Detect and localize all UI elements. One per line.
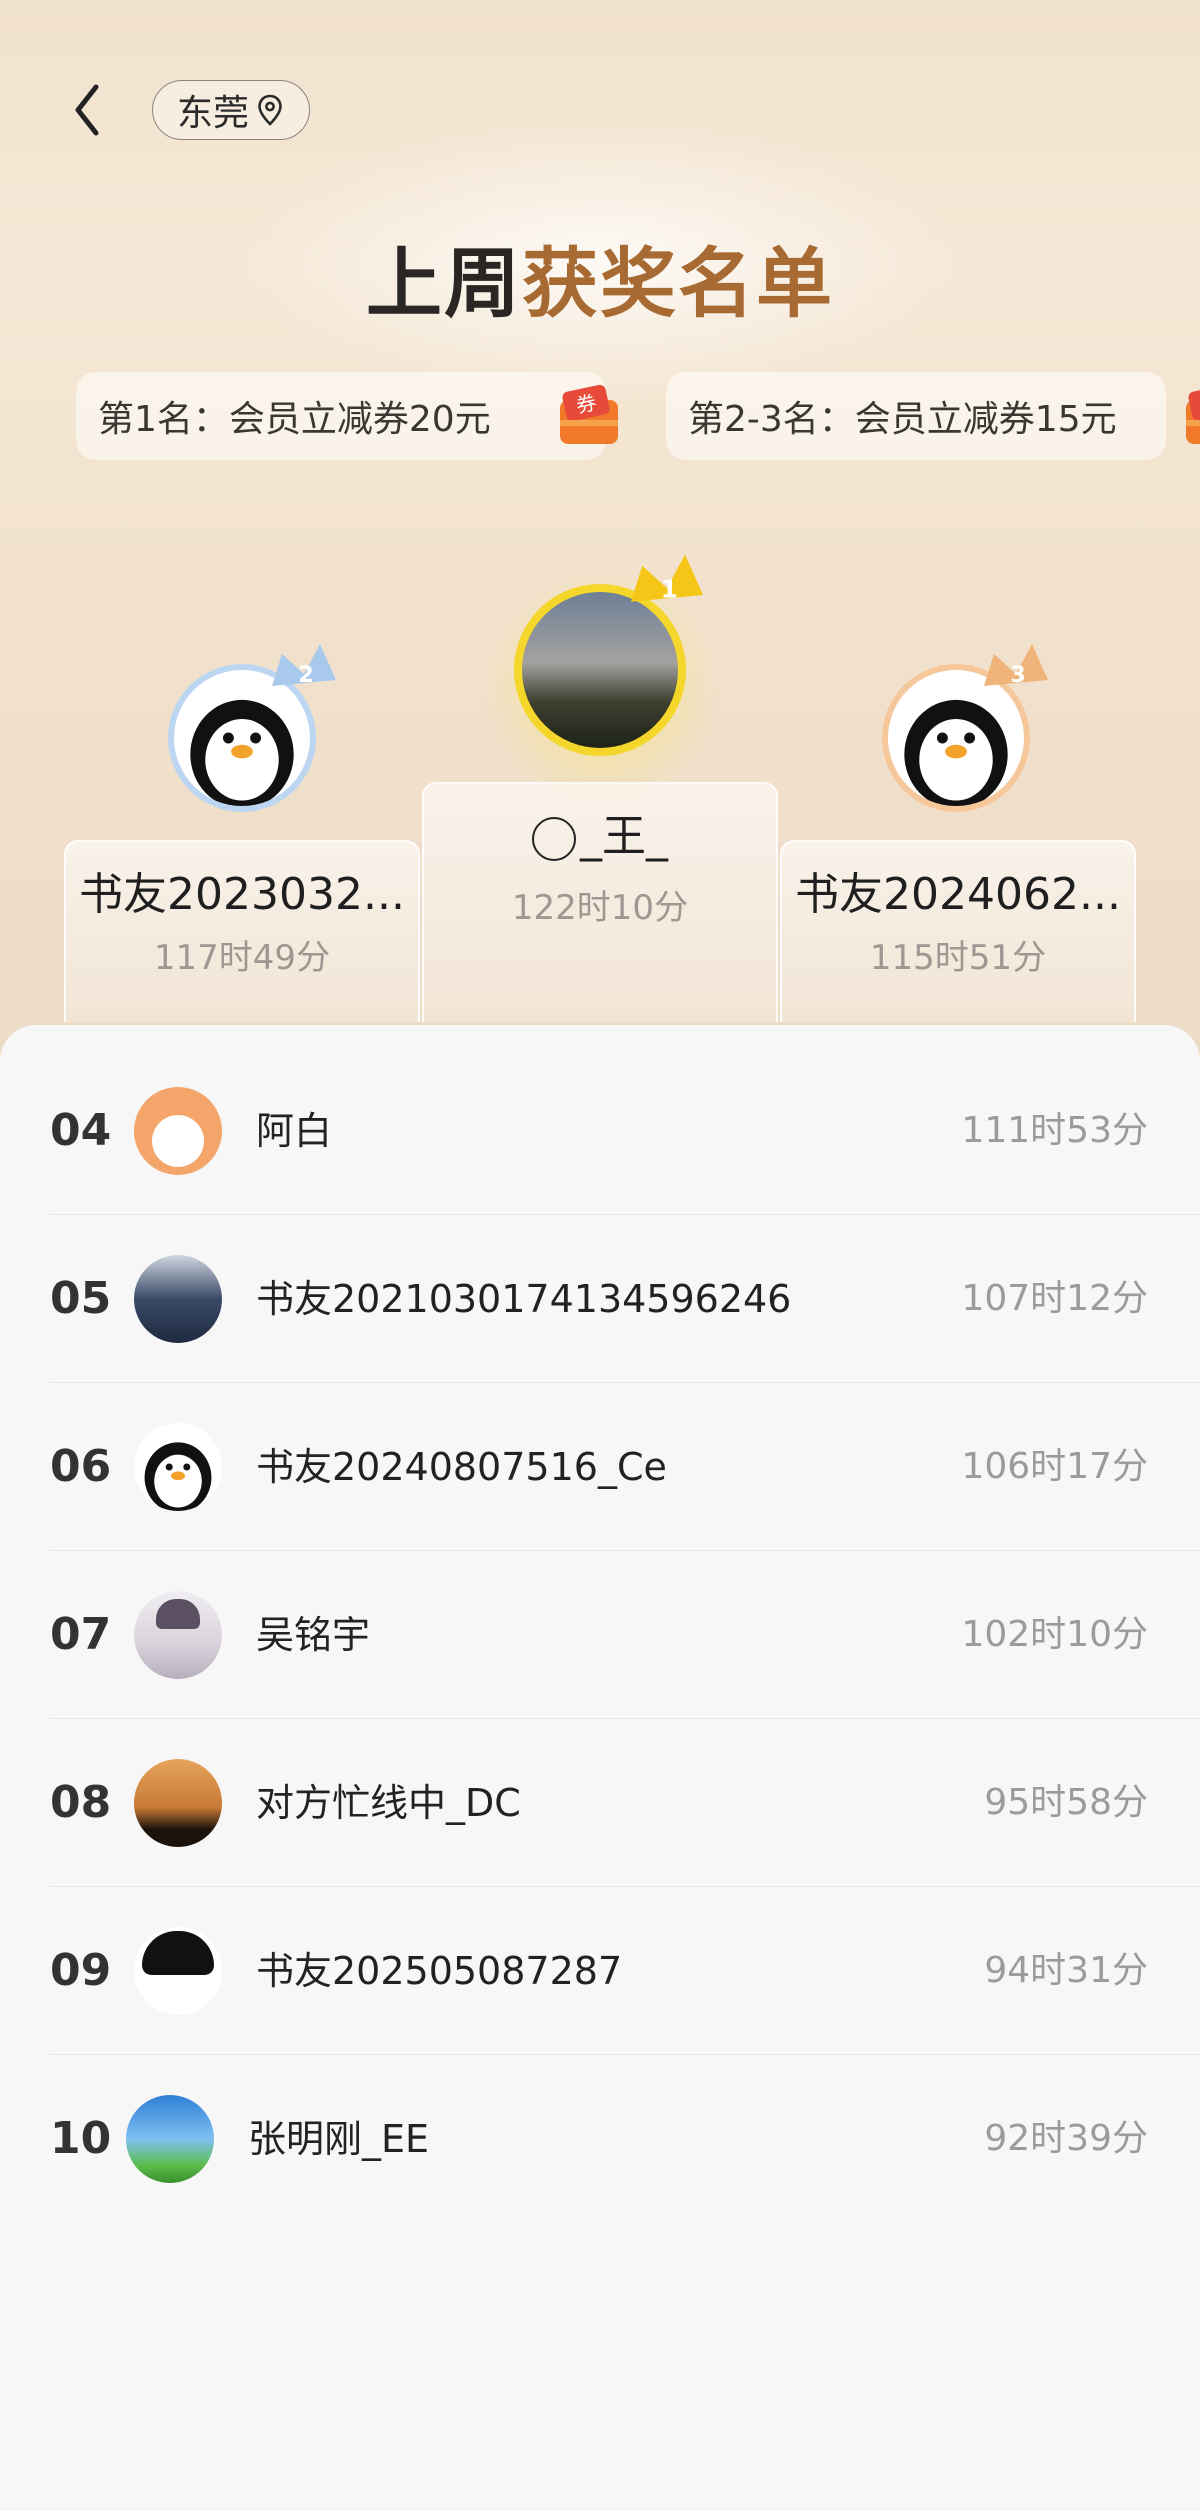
user-name: 阿白 (256, 1109, 333, 1153)
title-part2: 获奖名单 (522, 239, 834, 328)
list-item[interactable]: 10 张明刚_EE 92时39分 (0, 2055, 1200, 2223)
rank-number: 05 (50, 1273, 112, 1324)
rank-number: 09 (50, 1945, 112, 1996)
read-time: 107时12分 (961, 1278, 1148, 1319)
podium-time: 115时51分 (869, 938, 1047, 978)
rank-number: 04 (50, 1105, 112, 1156)
podium-third[interactable]: 3 书友2024062... 115时51分 (780, 640, 1136, 1022)
podium-time: 122时10分 (511, 888, 689, 928)
prize-card-second: 第2-3名：会员立减券15元 (666, 372, 1166, 460)
coupon-icon: 券 (560, 384, 618, 444)
podium-second[interactable]: 2 书友2023032... 117时49分 (64, 640, 420, 1022)
prize-card-first: 第1名：会员立减券20元 (76, 372, 606, 460)
avatar (134, 1591, 222, 1679)
prize-label: 第2-3名：会员立减券15元 (688, 399, 1117, 440)
top-bar: 东莞 (0, 70, 1200, 150)
user-name: 书友202505087287 (256, 1949, 623, 1993)
read-time: 111时53分 (961, 1110, 1148, 1151)
read-time: 95时58分 (984, 1782, 1148, 1823)
rank-number: 10 (50, 2113, 112, 2164)
podium-first[interactable]: 1 _王_ 122时10分 (422, 550, 778, 1022)
podium-time: 117时49分 (153, 938, 331, 978)
user-name: 书友20240807516_Ce (256, 1445, 667, 1489)
prize-row: 第1名：会员立减券20元 券 第2-3名：会员立减券15元 (76, 372, 1200, 462)
rank-number: 07 (50, 1609, 112, 1660)
list-item[interactable]: 07 吴铭宇 102时10分 (0, 1551, 1200, 1719)
rank-badge: 2 (298, 663, 313, 688)
podium-name: 书友2023032... (79, 869, 405, 920)
list-item[interactable]: 04 阿白 111时53分 (0, 1047, 1200, 1215)
location-pin-icon (258, 94, 282, 126)
page-title: 上周获奖名单 (0, 222, 1200, 332)
city-selector[interactable]: 东莞 (152, 80, 311, 140)
avatar (134, 1423, 222, 1511)
crown-icon: 3 (984, 644, 1048, 688)
podium-name: 书友2024062... (795, 869, 1121, 920)
avatar (126, 2095, 214, 2183)
list-item[interactable]: 06 书友20240807516_Ce 106时17分 (0, 1383, 1200, 1551)
user-name: 书友2021030174134596246 (256, 1277, 792, 1321)
avatar (134, 1255, 222, 1343)
rank-number: 08 (50, 1777, 112, 1828)
podium-name: _王_ (422, 800, 778, 864)
rank-badge: 1 (661, 574, 678, 603)
user-name: 对方忙线中_DC (256, 1781, 521, 1825)
read-time: 106时17分 (961, 1446, 1148, 1487)
list-item[interactable]: 05 书友2021030174134596246 107时12分 (0, 1215, 1200, 1383)
user-name: 吴铭宇 (256, 1613, 371, 1657)
chevron-left-icon (75, 84, 99, 136)
avatar (134, 1087, 222, 1175)
penguin-avatar (144, 1442, 212, 1511)
coupon-icon (1186, 384, 1200, 444)
list-item[interactable]: 09 书友202505087287 94时31分 (0, 1887, 1200, 2055)
rank-badge: 3 (1010, 663, 1025, 688)
crown-icon: 2 (272, 644, 336, 688)
rank-number: 06 (50, 1441, 112, 1492)
city-label: 东莞 (177, 93, 250, 134)
read-time: 92时39分 (984, 2118, 1148, 2159)
back-button[interactable] (62, 80, 112, 140)
ranking-list: 04 阿白 111时53分 05 书友2021030174134596246 1… (0, 1025, 1200, 2511)
crown-icon: 1 (631, 554, 703, 603)
prize-label: 第1名：会员立减券20元 (98, 399, 491, 440)
user-name: 张明刚_EE (248, 2117, 430, 2161)
list-item[interactable]: 08 对方忙线中_DC 95时58分 (0, 1719, 1200, 1887)
avatar (134, 1927, 222, 2015)
read-time: 102时10分 (961, 1614, 1148, 1655)
emoji-icon (532, 817, 576, 861)
avatar (134, 1759, 222, 1847)
title-part1: 上周 (366, 239, 522, 328)
read-time: 94时31分 (984, 1950, 1148, 1991)
